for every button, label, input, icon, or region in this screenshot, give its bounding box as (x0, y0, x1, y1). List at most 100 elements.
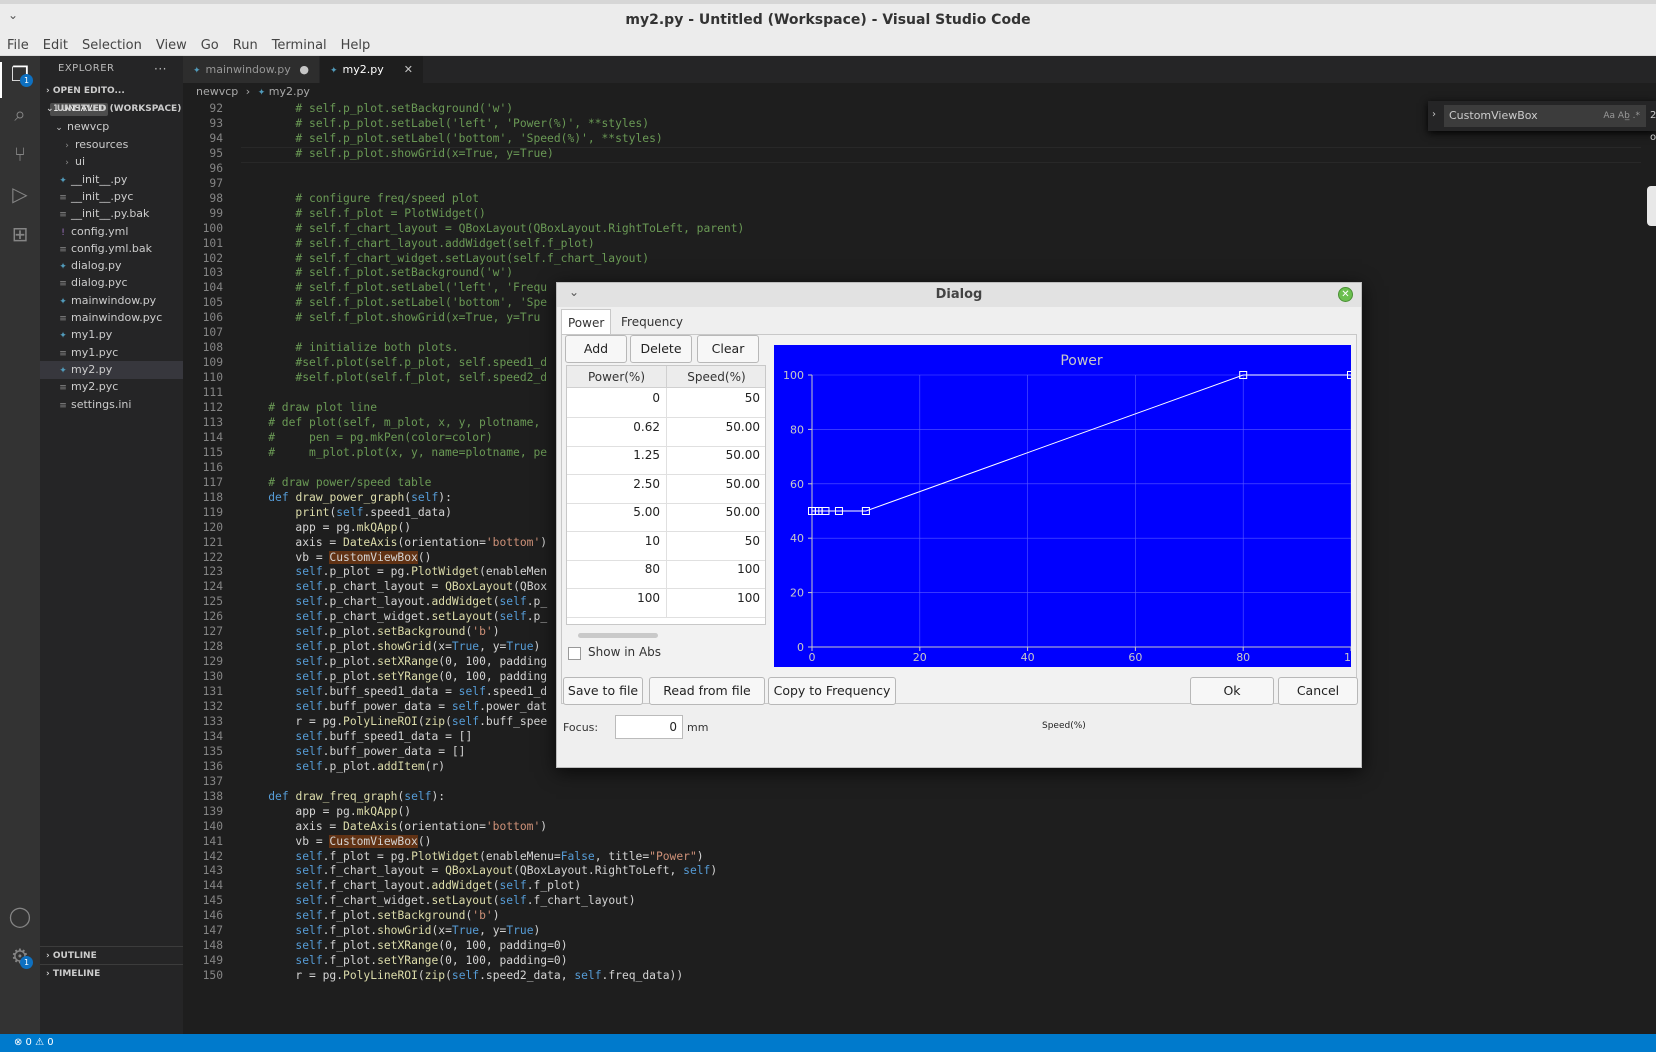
source-control-icon[interactable]: ⑂ (8, 142, 32, 166)
tree-item-dialog-py[interactable]: ✦ dialog.py (40, 257, 183, 275)
tree-item-mainwindow-pyc[interactable]: ≡ mainwindow.pyc (40, 309, 183, 327)
tree-item-init-py-bak[interactable]: ≡ __init__.py.bak (40, 205, 183, 223)
tree-item-config-yml[interactable]: ! config.yml (40, 223, 183, 241)
add-button[interactable]: Add (565, 335, 627, 363)
tab-frequency[interactable]: Frequency (615, 309, 689, 335)
tree-item-init-py[interactable]: ✦ __init__.py (40, 171, 183, 189)
menu-edit[interactable]: Edit (43, 36, 68, 53)
tree-item-label: settings.ini (71, 397, 132, 411)
speed-cell[interactable]: 50 (667, 388, 765, 418)
run-debug-icon[interactable]: ▷ (8, 182, 32, 206)
menu-view[interactable]: View (156, 36, 187, 53)
line-text: self.p_chart_layout = QBoxLayout(QBox (295, 580, 548, 594)
warning-count[interactable]: ⚠ 0 (35, 1037, 54, 1048)
power-cell[interactable]: 0.62 (567, 416, 667, 447)
extensions-icon[interactable]: ⊞ (8, 222, 32, 246)
save-to-file-button[interactable]: Save to file (563, 677, 643, 705)
column-header-power[interactable]: Power(%) (567, 366, 667, 388)
line-text: self.buff_power_data = [] (295, 744, 466, 758)
power-cell[interactable]: 5.00 (567, 502, 667, 532)
tree-item-my2-py[interactable]: ✦ my2.py (40, 360, 183, 379)
menu-file[interactable]: File (7, 36, 29, 53)
menu-selection[interactable]: Selection (82, 36, 142, 53)
focus-input[interactable]: 0 (615, 715, 683, 739)
tree-item-settings-ini[interactable]: ≡ settings.ini (40, 396, 183, 414)
line-text: # configure freq/speed plot (241, 191, 480, 205)
tree-item-my2-pyc[interactable]: ≡ my2.pyc (40, 378, 183, 396)
find-widget: › CustomViewBox Aa Ab̲ .* 2 o (1428, 101, 1656, 143)
line-number: 126 (202, 610, 223, 624)
search-icon[interactable]: ⌕ (8, 102, 32, 126)
tree-item-label: dialog.py (71, 259, 122, 273)
menu-run[interactable]: Run (233, 36, 258, 53)
power-cell[interactable]: 2.50 (567, 473, 667, 504)
tree-item-my1-py[interactable]: ✦ my1.py (40, 326, 183, 344)
power-cell[interactable]: 100 (567, 587, 667, 618)
breadcrumb-file[interactable]: my2.py (269, 85, 310, 98)
outline-section[interactable]: › OUTLINE (40, 946, 183, 964)
tree-item-my1-pyc[interactable]: ≡ my1.pyc (40, 344, 183, 362)
line-text: self.f_plot = pg.PlotWidget(enableMenu=F… (295, 849, 704, 863)
speed-cell[interactable]: 100 (667, 588, 765, 618)
line-number: 131 (202, 685, 223, 699)
speed-cell[interactable]: 50 (667, 531, 765, 561)
breadcrumb-folder[interactable]: newvcp (196, 85, 238, 98)
table-hscrollbar[interactable] (578, 633, 658, 638)
line-text: # initialize both plots. (241, 341, 459, 355)
tab-power[interactable]: Power (561, 309, 612, 335)
line-text: self.buff_power_data = self.power_dat (295, 700, 548, 713)
workspace-section[interactable]: ⌄ UNTITLED (WORKSPACE) (40, 100, 183, 118)
open-editors-section[interactable]: › OPEN EDITO... 1 UNSAVED (40, 82, 183, 116)
menu-go[interactable]: Go (201, 36, 219, 53)
account-icon[interactable]: ◯ (8, 904, 32, 928)
scrollbar-thumb[interactable] (1647, 186, 1656, 226)
close-icon[interactable]: ✕ (404, 56, 413, 83)
tree-item-dialog-pyc[interactable]: ≡ dialog.pyc (40, 274, 183, 292)
breadcrumb-separator: › (245, 85, 251, 98)
line-text: self.p_plot = pg.PlotWidget(enableMen (295, 565, 548, 579)
error-count[interactable]: ⊗ 0 (14, 1037, 32, 1048)
line-number: 100 (202, 221, 223, 235)
line-number: 105 (202, 296, 223, 310)
show-in-abs-checkbox[interactable] (568, 647, 581, 660)
ok-button[interactable]: Ok (1190, 677, 1274, 705)
cancel-button[interactable]: Cancel (1278, 677, 1358, 705)
unsaved-dot-icon[interactable]: ● (299, 56, 309, 83)
copy-to-frequency-button[interactable]: Copy to Frequency (768, 677, 896, 705)
speed-cell[interactable]: 50.00 (667, 445, 765, 475)
power-cell[interactable]: 1.25 (567, 445, 667, 475)
power-speed-table[interactable]: Power(%) Speed(%) 0 50 0.62 50.00 1.25 50.00 2… (566, 365, 766, 625)
menu-help[interactable]: Help (341, 36, 371, 53)
clear-button[interactable]: Clear (697, 335, 759, 363)
read-from-file-button[interactable]: Read from file (649, 677, 765, 705)
speed-cell[interactable]: 100 (667, 559, 765, 589)
tree-item-resources[interactable]: › resources (40, 136, 183, 154)
power-cell[interactable]: 80 (567, 559, 667, 589)
power-cell[interactable]: 10 (567, 530, 667, 561)
timeline-section[interactable]: › TIMELINE (40, 964, 183, 982)
line-text: # self.f_plot.setLabel('bottom', 'Spe (241, 296, 548, 310)
menu-terminal[interactable]: Terminal (272, 36, 327, 53)
column-header-speed[interactable]: Speed(%) (667, 366, 765, 388)
speed-cell[interactable]: 50.00 (667, 417, 765, 447)
show-in-abs-label: Show in Abs (588, 645, 662, 659)
x-tick-label: 10 (1344, 651, 1351, 664)
power-chart[interactable]: Power 0 20 40 60 80 100 0 20 40 60 80 10 (774, 345, 1351, 667)
tab-my2[interactable]: ✦ my2.py ✕ (320, 56, 423, 83)
tab-mainwindow[interactable]: ✦ mainwindow.py ● (183, 56, 319, 83)
tree-item-init-pyc[interactable]: ≡ __init__.pyc (40, 188, 183, 206)
tree-item-ui[interactable]: › ui (40, 153, 183, 171)
tree-item-mainwindow-py[interactable]: ✦ mainwindow.py (40, 292, 183, 310)
more-actions-icon[interactable]: ··· (154, 56, 167, 82)
tree-item-config-yml-bak[interactable]: ≡ config.yml.bak (40, 240, 183, 258)
speed-cell[interactable]: 50.00 (667, 474, 765, 504)
speed-cell[interactable]: 50.00 (667, 502, 765, 532)
line-text: self.buff_speed1_data = self.speed1_d (295, 685, 548, 699)
chevron-right-icon[interactable]: › (1432, 109, 1436, 120)
find-options[interactable]: Aa Ab̲ .* (1603, 105, 1640, 127)
power-cell[interactable]: 0 (567, 388, 667, 418)
x-tick-label: 0 (809, 651, 816, 664)
tree-folder-newvcp[interactable]: ⌄ newvcp (40, 118, 183, 136)
close-icon[interactable]: ✕ (1338, 287, 1353, 302)
delete-button[interactable]: Delete (630, 335, 692, 363)
